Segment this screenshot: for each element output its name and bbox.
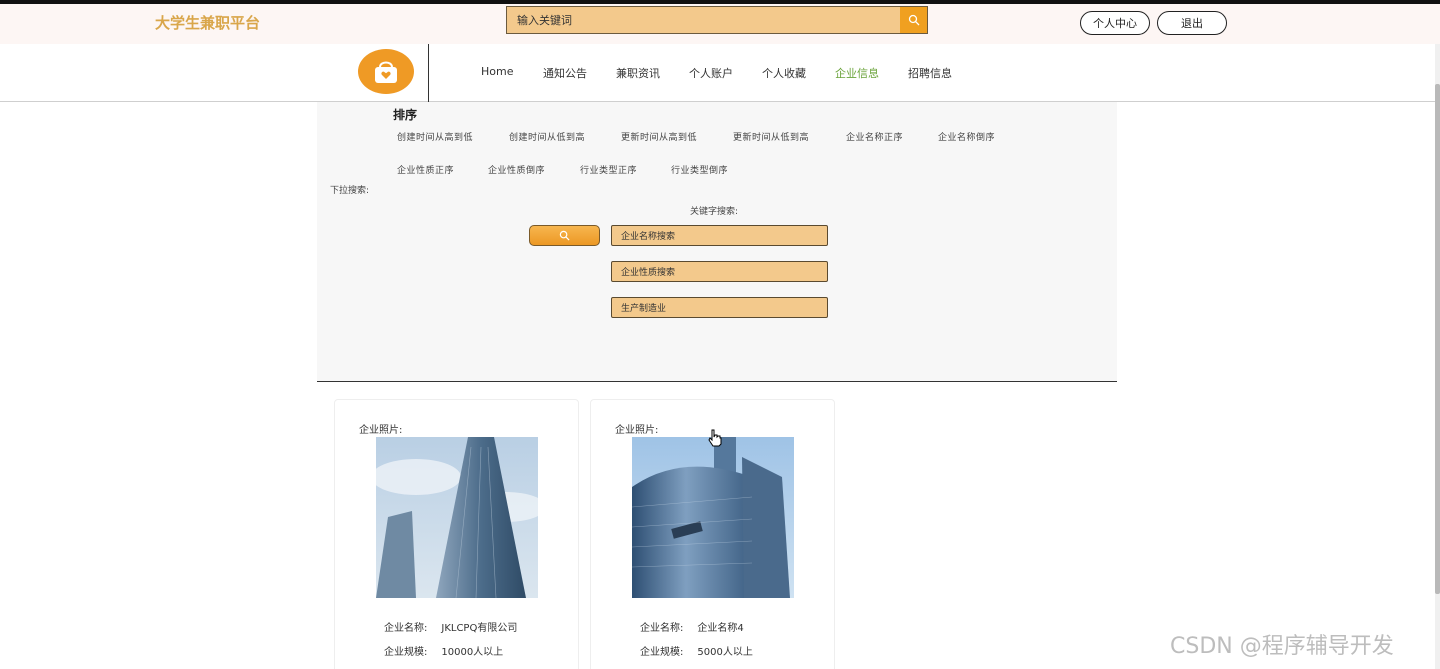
keyword-search-label: 关键字搜索: <box>690 207 739 217</box>
site-title: 大学生兼职平台 <box>155 14 261 32</box>
sort-created-asc[interactable]: 创建时间从低到高 <box>509 130 585 143</box>
company-scale-label: 企业规模: <box>640 647 684 658</box>
sort-created-desc[interactable]: 创建时间从高到低 <box>397 130 473 143</box>
top-bar: 大学生兼职平台 个人中心 退出 <box>0 4 1440 44</box>
company-name-label: 企业名称: <box>640 623 684 634</box>
search-icon <box>908 14 919 26</box>
global-search <box>506 6 928 34</box>
company-name-value: 企业名称4 <box>697 623 744 634</box>
company-name-row: 企业名称: 企业名称4 <box>640 619 744 634</box>
nav-item-recruitment[interactable]: 招聘信息 <box>908 65 952 81</box>
nav-divider <box>428 44 429 102</box>
company-name-search-field[interactable]: 企业名称搜索 <box>611 225 828 246</box>
shopping-bag-icon <box>375 61 397 83</box>
company-scale-label: 企业规模: <box>384 647 428 658</box>
nav-item-home[interactable]: Home <box>481 65 513 78</box>
company-photo[interactable] <box>376 437 538 598</box>
nav-item-account[interactable]: 个人账户 <box>689 65 733 81</box>
company-scale-row: 企业规模: 5000人以上 <box>640 643 753 658</box>
logout-button[interactable]: 退出 <box>1157 11 1227 35</box>
page-scrollbar[interactable] <box>1435 44 1440 669</box>
card-photo-label: 企业照片: <box>615 425 659 436</box>
company-scale-value: 5000人以上 <box>697 647 753 658</box>
sort-updated-asc[interactable]: 更新时间从低到高 <box>733 130 809 143</box>
nav-item-favorites[interactable]: 个人收藏 <box>762 65 806 81</box>
company-nature-search-field[interactable]: 企业性质搜索 <box>611 261 828 282</box>
global-search-button[interactable] <box>900 7 927 33</box>
company-name-value: JKLCPQ有限公司 <box>441 623 518 634</box>
sort-industry-desc[interactable]: 行业类型倒序 <box>671 163 728 176</box>
sort-name-asc[interactable]: 企业名称正序 <box>846 130 903 143</box>
global-search-input[interactable] <box>507 7 901 33</box>
sort-nature-asc[interactable]: 企业性质正序 <box>397 163 454 176</box>
company-name-label: 企业名称: <box>384 623 428 634</box>
sort-name-desc[interactable]: 企业名称倒序 <box>938 130 995 143</box>
company-scale-row: 企业规模: 10000人以上 <box>384 643 503 658</box>
nav-item-notices[interactable]: 通知公告 <box>543 65 587 81</box>
nav-item-company-info[interactable]: 企业信息 <box>835 65 879 81</box>
company-photo[interactable] <box>632 437 794 598</box>
nav-item-job-news[interactable]: 兼职资讯 <box>616 65 660 81</box>
company-card[interactable]: 企业照片: 企业名称: JKLCPQ有限公司 企业规模: 10000人以上 <box>334 399 579 669</box>
scrollbar-thumb[interactable] <box>1435 84 1440 594</box>
search-icon <box>559 230 570 241</box>
sort-title: 排序 <box>393 108 418 122</box>
dropdown-search-label: 下拉搜索: <box>330 186 370 196</box>
watermark: CSDN @程序辅导开发 <box>1170 634 1394 659</box>
company-scale-value: 10000人以上 <box>441 647 504 658</box>
logo[interactable] <box>358 49 414 94</box>
filter-search-button[interactable] <box>529 225 600 246</box>
sort-updated-desc[interactable]: 更新时间从高到低 <box>621 130 697 143</box>
industry-select[interactable]: 生产制造业 <box>611 297 828 318</box>
personal-center-button[interactable]: 个人中心 <box>1080 11 1150 35</box>
company-name-row: 企业名称: JKLCPQ有限公司 <box>384 619 517 634</box>
sort-nature-desc[interactable]: 企业性质倒序 <box>488 163 545 176</box>
sort-industry-asc[interactable]: 行业类型正序 <box>580 163 637 176</box>
main-nav: Home 通知公告 兼职资讯 个人账户 个人收藏 企业信息 招聘信息 <box>0 44 1435 102</box>
card-photo-label: 企业照片: <box>359 425 403 436</box>
hand-cursor-icon <box>708 429 722 451</box>
